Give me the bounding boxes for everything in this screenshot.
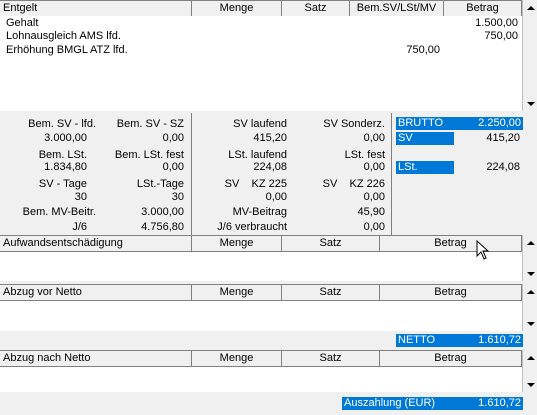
- netto-value: 1.610,72: [458, 334, 523, 347]
- value-mv-beitrag: 45,90: [357, 206, 385, 218]
- col-entgelt[interactable]: Entgelt: [0, 1, 192, 16]
- value-j6: 4.756,80: [141, 221, 184, 233]
- value-sv-tage: 30: [74, 191, 87, 203]
- abzug-vor-scrollbar[interactable]: [522, 284, 537, 331]
- label-sv-sonderz: SV Sonderz.: [323, 118, 385, 130]
- summary-divider: [191, 113, 192, 235]
- value-bem-sv-sz: 0,00: [162, 132, 184, 144]
- value-bem-mv: 3.000,00: [141, 206, 184, 218]
- scroll-down-icon[interactable]: [523, 96, 537, 111]
- table-row-betrag[interactable]: 1.500,00: [444, 17, 518, 30]
- col-abzug-nach[interactable]: Abzug nach Netto: [0, 351, 192, 366]
- lst-label: LSt.: [396, 161, 454, 174]
- abzug-nach-grid[interactable]: [0, 367, 522, 392]
- entgelt-grid[interactable]: Gehalt 1.500,00 Lohnausgleich AMS lfd. 7…: [0, 16, 522, 111]
- brutto-label: BRUTTO: [396, 117, 458, 130]
- value-sv-kz226: 0,00: [363, 191, 385, 203]
- value-sv-sonderz: 0,00: [363, 132, 385, 144]
- abzug-vor-grid[interactable]: [0, 301, 522, 331]
- value-sv-laufend: 415,20: [253, 132, 287, 144]
- table-row-betrag[interactable]: 750,00: [444, 30, 518, 43]
- col-abzug-vor[interactable]: Abzug vor Netto: [0, 285, 192, 300]
- auszahlung-value: 1.610,72: [454, 397, 523, 410]
- scroll-down-icon[interactable]: [523, 377, 537, 392]
- label-bem-sv-sz: Bem. SV - SZ: [116, 118, 184, 130]
- value-lst-laufend: 224,08: [253, 161, 287, 173]
- value-bem-lst: 1.834,80: [44, 161, 87, 173]
- col-satz[interactable]: Satz: [282, 1, 350, 16]
- scroll-up-icon[interactable]: [523, 235, 537, 250]
- scroll-down-icon[interactable]: [523, 316, 537, 331]
- value-lst-tage: 30: [171, 191, 184, 203]
- col-menge[interactable]: Menge: [192, 236, 282, 251]
- sv-total-value: 415,20: [486, 132, 520, 144]
- col-satz[interactable]: Satz: [282, 351, 380, 366]
- col-satz[interactable]: Satz: [282, 285, 380, 300]
- label-j6: J/6: [72, 221, 87, 233]
- col-aufwand[interactable]: Aufwandsentschädigung: [0, 236, 192, 251]
- col-menge[interactable]: Menge: [192, 1, 282, 16]
- label-mv-beitrag: MV-Beitrag: [232, 206, 287, 218]
- col-menge[interactable]: Menge: [192, 285, 282, 300]
- value-j6-verbraucht: 0,00: [363, 221, 385, 233]
- scroll-up-icon[interactable]: [523, 350, 537, 365]
- label-lst-tage: LSt.-Tage: [136, 178, 184, 190]
- mouse-pointer-icon: [476, 240, 490, 260]
- col-menge[interactable]: Menge: [192, 351, 282, 366]
- label-j6-verbraucht: J/6 verbraucht: [217, 221, 287, 233]
- label-sv-laufend: SV laufend: [233, 118, 287, 130]
- scroll-down-icon[interactable]: [523, 266, 537, 281]
- col-satz[interactable]: Satz: [282, 236, 380, 251]
- aufwand-grid[interactable]: [0, 252, 522, 281]
- summary-panel: Bem. SV - lfd. 3.000,00 Bem. LSt. 1.834,…: [0, 113, 537, 235]
- entgelt-scrollbar[interactable]: [522, 0, 537, 111]
- auszahlung-label: Auszahlung (EUR): [342, 397, 454, 410]
- table-row-label[interactable]: Erhöhung BMGL ATZ lfd.: [6, 44, 128, 57]
- label-sv-kz225: SV KZ 225: [224, 178, 287, 190]
- table-row-label[interactable]: Gehalt: [6, 17, 38, 30]
- sv-label: SV: [396, 132, 454, 145]
- col-betrag[interactable]: Betrag: [380, 351, 522, 366]
- summary-divider-right: [391, 113, 392, 235]
- label-sv-tage: SV - Tage: [38, 178, 87, 190]
- aufwand-scrollbar[interactable]: [522, 235, 537, 281]
- value-lst-fest: 0,00: [363, 161, 385, 173]
- abzug-vor-header: Abzug vor Netto Menge Satz Betrag: [0, 284, 522, 301]
- table-row-label[interactable]: Lohnausgleich AMS lfd.: [6, 30, 121, 43]
- value-bem-lst-fest: 0,00: [162, 161, 184, 173]
- col-bem[interactable]: Bem.SV/LSt/MV: [350, 1, 444, 16]
- value-sv-kz225: 0,00: [265, 191, 287, 203]
- scroll-up-icon[interactable]: [523, 0, 537, 15]
- aufwand-header: Aufwandsentschädigung Menge Satz Betrag: [0, 235, 522, 252]
- abzug-nach-scrollbar[interactable]: [522, 350, 537, 392]
- label-bem-mv: Bem. MV-Beitr.: [22, 206, 96, 218]
- col-betrag[interactable]: Betrag: [380, 236, 522, 251]
- table-row-bem[interactable]: 750,00: [350, 44, 440, 57]
- lst-total-value: 224,08: [486, 161, 520, 173]
- label-bem-sv-lfd: Bem. SV - lfd.: [28, 118, 96, 130]
- abzug-nach-header: Abzug nach Netto Menge Satz Betrag: [0, 350, 522, 367]
- col-betrag[interactable]: Betrag: [444, 1, 522, 16]
- label-sv-kz226: SV KZ 226: [322, 178, 385, 190]
- entgelt-header: Entgelt Menge Satz Bem.SV/LSt/MV Betrag: [0, 0, 522, 17]
- netto-label: NETTO: [396, 334, 458, 347]
- value-bem-sv-lfd: 3.000,00: [44, 132, 87, 144]
- col-betrag[interactable]: Betrag: [380, 285, 522, 300]
- scroll-up-icon[interactable]: [523, 284, 537, 299]
- brutto-value: 2.250,00: [458, 117, 523, 130]
